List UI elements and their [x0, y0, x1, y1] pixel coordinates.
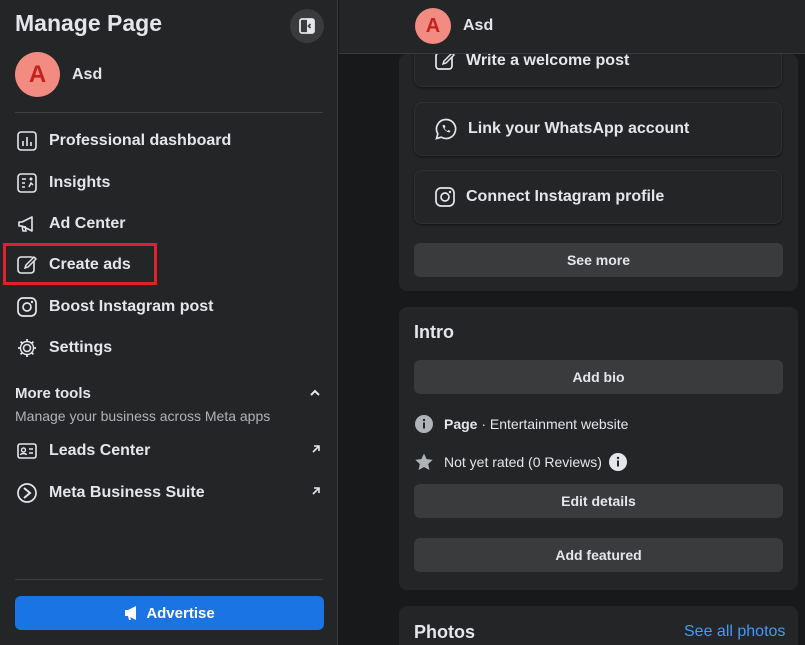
add-bio-button[interactable]: Add bio [414, 360, 783, 394]
dashboard-icon [15, 129, 39, 153]
sidebar-item-settings[interactable]: Settings [0, 329, 338, 367]
sidebar-item-ad-center[interactable]: Ad Center [0, 205, 338, 243]
sidebar-item-label: Meta Business Suite [49, 484, 205, 501]
page-name: Asd [72, 65, 103, 83]
rating-row: Not yet rated (0 Reviews) [414, 452, 628, 472]
sidebar-item-professional-dashboard[interactable]: Professional dashboard [0, 122, 338, 160]
header-overlay: A Asd [339, 0, 805, 54]
instagram-icon [435, 187, 455, 207]
avatar: A [15, 52, 60, 97]
chevron-up-icon[interactable] [306, 384, 324, 402]
gear-icon [15, 336, 39, 360]
sidebar-item-label: Insights [49, 174, 111, 191]
instagram-icon [15, 295, 39, 319]
action-label: Write a welcome post [466, 51, 630, 69]
avatar[interactable]: A [415, 8, 451, 44]
sidebar-item-insights[interactable]: Insights [0, 164, 338, 202]
sidebar-item-label: Boost Instagram post [49, 298, 214, 315]
sidebar-item-meta-business-suite[interactable]: Meta Business Suite [0, 474, 338, 512]
sidebar-item-label: Ad Center [49, 215, 126, 232]
add-featured-button[interactable]: Add featured [414, 538, 783, 572]
rating-text: Not yet rated (0 Reviews) [444, 454, 602, 470]
contact-card-icon [15, 439, 39, 463]
sidebar-item-label: Settings [49, 339, 113, 356]
megaphone-icon [125, 606, 137, 620]
edit-details-button[interactable]: Edit details [414, 484, 783, 518]
sidebar-item-leads-center[interactable]: Leads Center [0, 432, 338, 470]
action-label: Connect Instagram profile [466, 188, 665, 205]
create-ads-highlight-box [3, 243, 157, 285]
advertise-button[interactable]: Advertise [15, 596, 324, 630]
megaphone-icon [15, 212, 39, 236]
info-icon [415, 415, 433, 433]
more-tools-heading[interactable]: More tools [15, 385, 91, 402]
sidebar-item-label: Leads Center [49, 442, 151, 459]
external-link-icon [312, 487, 320, 495]
info-icon[interactable] [608, 452, 628, 472]
see-more-button[interactable]: See more [414, 243, 783, 277]
action-label: Link your WhatsApp account [468, 120, 690, 137]
see-all-photos-link[interactable]: See all photos [684, 623, 785, 641]
connect-instagram-button[interactable]: Connect Instagram profile [414, 170, 782, 224]
whatsapp-icon [435, 118, 457, 140]
category-label: Page [444, 416, 478, 432]
category-value: · Entertainment website [477, 416, 629, 432]
sidebar-item-label: Professional dashboard [49, 132, 232, 149]
sidebar-item-boost-instagram-post[interactable]: Boost Instagram post [0, 288, 338, 326]
intro-title: Intro [414, 322, 454, 342]
photos-title: Photos [414, 622, 475, 642]
link-whatsapp-button[interactable]: Link your WhatsApp account [414, 102, 782, 156]
sidebar-title: Manage Page [15, 10, 162, 36]
header-page-name[interactable]: Asd [463, 17, 493, 35]
external-link-icon [312, 445, 320, 453]
insights-icon [15, 171, 39, 195]
divider [15, 579, 323, 580]
page-category-row: Page · Entertainment website [414, 414, 628, 434]
star-icon [415, 453, 433, 470]
collapse-sidebar-button[interactable] [290, 9, 324, 43]
divider [15, 112, 323, 113]
sidebar-page-profile[interactable]: A Asd [15, 52, 102, 97]
more-tools-subtitle: Manage your business across Meta apps [15, 408, 271, 424]
sidebar-toggle-icon [299, 18, 315, 34]
manage-page-sidebar: Manage Page A Asd Professional dashboard… [0, 0, 338, 645]
meta-business-suite-icon [15, 481, 39, 505]
advertise-label: Advertise [146, 604, 215, 622]
